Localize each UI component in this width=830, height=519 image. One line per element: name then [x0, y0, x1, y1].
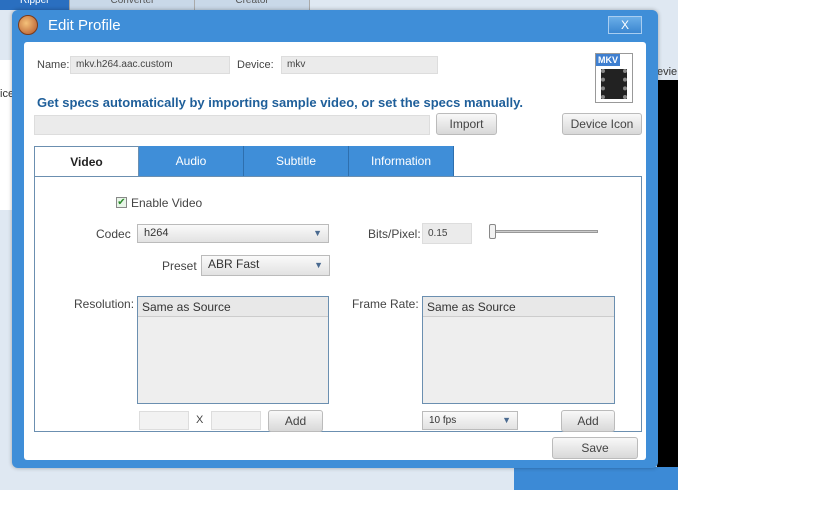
dialog-title: Edit Profile	[48, 17, 121, 34]
enable-video-checkbox[interactable]: ✔	[116, 197, 127, 208]
bits-pixel-input[interactable]: 0.15	[422, 223, 472, 244]
add-frame-rate-button[interactable]: Add	[561, 410, 615, 432]
list-item[interactable]: Same as Source	[138, 297, 328, 317]
bg-preview-label: evie	[657, 66, 678, 78]
device-input[interactable]: mkv	[281, 56, 438, 74]
device-icon-button[interactable]: Device Icon	[562, 113, 642, 135]
tab-subtitle[interactable]: Subtitle	[244, 146, 349, 177]
chevron-down-icon: ▼	[502, 415, 511, 425]
x-separator: X	[196, 414, 204, 426]
name-label: Name:	[37, 59, 70, 71]
tab-information[interactable]: Information	[349, 146, 454, 177]
bg-tab-ripper[interactable]: Ripper	[0, 0, 71, 10]
mkv-file-icon: MKV	[595, 53, 633, 103]
bg-sidebar	[0, 60, 12, 210]
list-item[interactable]: Same as Source	[423, 297, 614, 317]
bg-tab-creator[interactable]: Creator	[195, 0, 310, 10]
import-button[interactable]: Import	[436, 113, 497, 135]
chevron-down-icon: ▼	[313, 228, 322, 238]
codec-value: h264	[144, 227, 169, 239]
bits-pixel-slider[interactable]	[489, 224, 598, 239]
import-path-input[interactable]	[34, 115, 430, 135]
fps-value: 10 fps	[429, 415, 457, 426]
height-input[interactable]	[211, 411, 261, 430]
chevron-down-icon: ▼	[314, 260, 323, 270]
import-hint: Get specs automatically by importing sam…	[37, 95, 523, 110]
save-button[interactable]: Save	[552, 437, 638, 459]
edit-profile-dialog: Edit Profile X Name: mkv.h264.aac.custom…	[12, 10, 658, 468]
frame-rate-list[interactable]: Same as Source	[422, 296, 615, 404]
codec-select[interactable]: h264 ▼	[137, 224, 329, 243]
width-input[interactable]	[139, 411, 189, 430]
dialog-body: Name: mkv.h264.aac.custom Device: mkv MK…	[24, 42, 646, 460]
app-logo-icon	[18, 15, 38, 35]
preset-label: Preset	[162, 259, 197, 273]
fps-select[interactable]: 10 fps ▼	[422, 411, 518, 430]
enable-video-label: Enable Video	[131, 196, 203, 210]
bits-pixel-label: Bits/Pixel:	[368, 227, 421, 241]
tab-video[interactable]: Video	[34, 146, 139, 177]
name-input[interactable]: mkv.h264.aac.custom	[70, 56, 230, 74]
device-label: Device:	[237, 59, 274, 71]
preset-value: ABR Fast	[208, 257, 260, 271]
tab-audio[interactable]: Audio	[139, 146, 244, 177]
bg-seek-bar[interactable]	[514, 467, 678, 490]
frame-rate-label: Frame Rate:	[352, 297, 419, 311]
slider-thumb[interactable]	[489, 224, 496, 239]
resolution-label: Resolution:	[74, 297, 135, 311]
bg-tab-converter[interactable]: Converter	[70, 0, 196, 10]
resolution-list[interactable]: Same as Source	[137, 296, 329, 404]
bg-preview-area	[657, 80, 678, 470]
preset-select[interactable]: ABR Fast ▼	[201, 255, 330, 276]
codec-label: Codec	[96, 227, 131, 241]
close-button[interactable]: X	[608, 16, 642, 34]
add-resolution-button[interactable]: Add	[268, 410, 323, 432]
